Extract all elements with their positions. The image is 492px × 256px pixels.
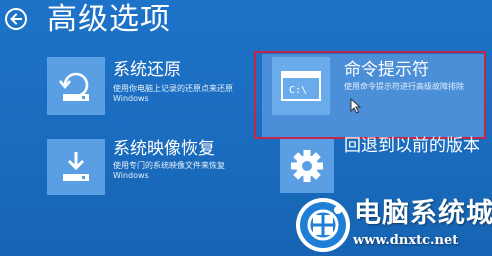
tile-description-line2: Windows [113,94,149,103]
restore-drive-icon [47,57,105,115]
tile-description-line2: Windows [113,171,149,180]
arrow-left-icon [10,13,22,25]
gear-icon [280,139,334,193]
tile-title: 系统还原 [113,60,181,80]
watermark-title: 电脑系统城 [354,198,492,229]
page-title: 高级选项 [47,2,171,37]
tile-title: 系统映像恢复 [113,139,215,159]
tile-go-back[interactable]: 回退到以前的版本 [280,136,485,195]
back-button[interactable] [5,8,27,30]
mouse-pointer-icon [350,98,362,114]
tile-title: 回退到以前的版本 [344,136,480,156]
tile-description: 使用你电脑上记录的还原点来还原 [113,84,233,93]
tile-system-image-recovery[interactable]: 系统映像恢复 使用专门的系统映像文件来恢复 Windows [47,139,247,199]
windows-logo-icon [296,198,350,252]
download-drive-icon [47,139,105,195]
highlight-frame [254,51,486,139]
tile-system-restore[interactable]: 系统还原 使用你电脑上记录的还原点来还原 Windows [47,57,247,123]
watermark-url: www.dnxtc.net [353,233,459,248]
tile-description: 使用专门的系统映像文件来恢复 [113,161,225,170]
